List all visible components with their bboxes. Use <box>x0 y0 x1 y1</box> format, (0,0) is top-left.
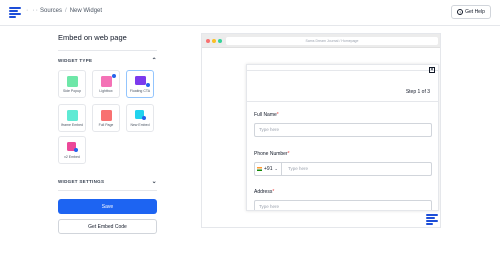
india-flag-icon <box>257 167 262 171</box>
country-code: +91 <box>264 166 273 172</box>
floating-cta-badge-icon <box>146 83 150 87</box>
breadcrumb-sources[interactable]: Sources <box>40 8 62 14</box>
widget-preview: Sams Dream Journal / Homepage × Step 1 o… <box>201 33 441 228</box>
panel-title: Embed on web page <box>58 33 127 42</box>
widget-type-label: v2 Embed <box>64 155 80 159</box>
country-code-select[interactable]: +91 ⌄ <box>255 163 282 175</box>
widget-settings-section-header[interactable]: WIDGET SETTINGS ⌄ <box>58 176 157 186</box>
app-logo-icon[interactable] <box>9 7 21 18</box>
widget-type-v2-embed[interactable]: v2 Embed <box>58 136 86 164</box>
full-name-label: Full Name* <box>254 112 279 118</box>
divider <box>58 50 157 51</box>
form-modal: × Step 1 of 3 Full Name* Type here Phone… <box>246 64 439 211</box>
widget-type-label: Floating CTA <box>129 89 151 93</box>
floating-cta-icon <box>135 76 146 85</box>
widget-type-label: Iframe Embed <box>61 123 83 127</box>
side-popup-icon <box>67 76 78 87</box>
widget-type-label: Lightbox <box>99 89 113 93</box>
widget-type-side-popup[interactable]: Side Popup <box>58 70 86 98</box>
get-help-label: Get Help <box>465 9 485 15</box>
widget-settings-label: WIDGET SETTINGS <box>58 178 105 184</box>
divider <box>247 101 438 102</box>
address-input[interactable]: Type here <box>254 200 432 210</box>
modal-header <box>247 65 438 71</box>
window-maximize-dot <box>218 39 222 43</box>
get-embed-code-button[interactable]: Get Embed Code <box>58 219 157 234</box>
widget-type-label: Side Popup <box>62 89 82 93</box>
lightbox-icon <box>101 76 112 87</box>
top-bar: · ·· · Sources / New Widget ? Get Help <box>0 0 500 26</box>
address-label: Address* <box>254 189 275 195</box>
widget-type-iframe-embed[interactable]: Iframe Embed <box>58 104 86 132</box>
new-embed-badge-icon <box>142 116 146 120</box>
full-page-icon <box>101 110 112 121</box>
iframe-embed-icon <box>67 110 78 121</box>
close-icon[interactable]: × <box>429 67 435 73</box>
full-name-input[interactable]: Type here <box>254 123 432 137</box>
step-indicator: Step 1 of 3 <box>405 89 430 95</box>
chevron-down-icon: ⌄ <box>151 178 157 185</box>
floating-widget-logo-icon[interactable] <box>426 214 438 225</box>
widget-type-label: Full Page <box>98 123 114 127</box>
breadcrumb-new-widget: New Widget <box>69 8 103 14</box>
chevron-down-icon: ⌄ <box>274 166 278 171</box>
widget-type-full-page[interactable]: Full Page <box>92 104 120 132</box>
breadcrumb: Sources / New Widget <box>40 8 102 14</box>
widget-type-label: New Embed <box>130 123 150 127</box>
get-help-button[interactable]: ? Get Help <box>451 5 491 19</box>
widget-type-label: WIDGET TYPE <box>58 57 93 63</box>
lightbox-badge-icon <box>112 74 116 78</box>
browser-bar: Sams Dream Journal / Homepage <box>202 34 440 48</box>
breadcrumb-separator: / <box>65 8 67 14</box>
window-minimize-dot <box>212 39 216 43</box>
save-button[interactable]: Save <box>58 199 157 214</box>
phone-number-input[interactable]: Type here <box>288 163 308 175</box>
v2-embed-badge-icon <box>74 148 78 152</box>
window-close-dot <box>206 39 210 43</box>
divider <box>58 190 157 191</box>
url-bar: Sams Dream Journal / Homepage <box>226 37 438 45</box>
phone-number-field: +91 ⌄ Type here <box>254 162 432 176</box>
widget-type-floating-cta[interactable]: Floating CTA <box>126 70 154 98</box>
widget-type-new-embed[interactable]: New Embed <box>126 104 154 132</box>
phone-number-label: Phone Number* <box>254 151 290 157</box>
help-icon: ? <box>457 9 464 15</box>
widget-type-section-header[interactable]: WIDGET TYPE ⌃ <box>58 55 157 65</box>
chevron-up-icon: ⌃ <box>151 57 157 64</box>
widget-type-lightbox[interactable]: Lightbox <box>92 70 120 98</box>
